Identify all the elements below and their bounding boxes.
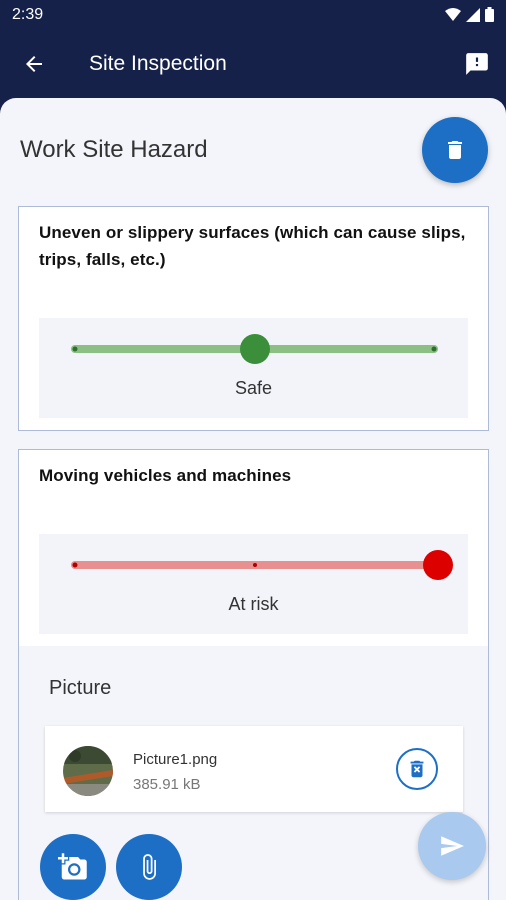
slider-tick [431, 346, 437, 352]
status-bar: 2:39 [0, 0, 506, 30]
attach-file-button[interactable] [116, 834, 182, 900]
picture-section: Picture Picture1.png 385.91 kB [19, 646, 488, 900]
slider-tick [72, 346, 78, 352]
rating-slider-container: At risk [39, 534, 468, 634]
slider-thumb [423, 550, 453, 580]
picture-title: Picture [49, 677, 112, 699]
send-icon [441, 836, 464, 856]
remove-file-button[interactable] [396, 748, 438, 790]
slider-tick [72, 562, 78, 568]
add-camera-icon [58, 853, 87, 880]
question-card: Moving vehicles and machines At risk Pic… [18, 449, 489, 900]
slider-thumb [240, 334, 270, 364]
attached-file[interactable]: Picture1.png 385.91 kB [45, 726, 463, 812]
rating-slider[interactable] [39, 534, 468, 594]
rating-slider-container: Safe [39, 318, 468, 418]
question-text: Uneven or slippery surfaces (which can c… [39, 223, 466, 269]
app-bar: Site Inspection [0, 30, 506, 98]
section-title: Work Site Hazard [20, 136, 208, 163]
file-thumbnail [63, 746, 113, 796]
question-card: Uneven or slippery surfaces (which can c… [18, 206, 489, 431]
status-icons [445, 7, 494, 22]
rating-label: At risk [228, 594, 279, 614]
main-content: Work Site Hazard Uneven or slippery surf… [0, 98, 506, 900]
file-size: 385.91 kB [133, 776, 201, 793]
slider-tick [253, 563, 257, 567]
add-photo-button[interactable] [40, 834, 106, 900]
arrow-back-icon [26, 56, 42, 72]
status-time: 2:39 [12, 6, 44, 23]
battery-icon [485, 7, 494, 22]
page-title: Site Inspection [89, 52, 227, 75]
question-text: Moving vehicles and machines [39, 466, 292, 485]
paperclip-icon [143, 854, 156, 880]
feedback-button[interactable] [460, 47, 494, 81]
trash-icon [448, 141, 462, 159]
file-name: Picture1.png [133, 751, 218, 768]
feedback-icon [466, 53, 488, 75]
signal-icon [466, 7, 480, 22]
send-button[interactable] [418, 812, 486, 880]
rating-label: Safe [234, 378, 273, 398]
back-button[interactable] [16, 46, 52, 82]
delete-file-icon [410, 760, 424, 778]
wifi-icon [445, 7, 461, 21]
rating-slider[interactable] [39, 318, 468, 378]
delete-section-button[interactable] [422, 117, 488, 183]
